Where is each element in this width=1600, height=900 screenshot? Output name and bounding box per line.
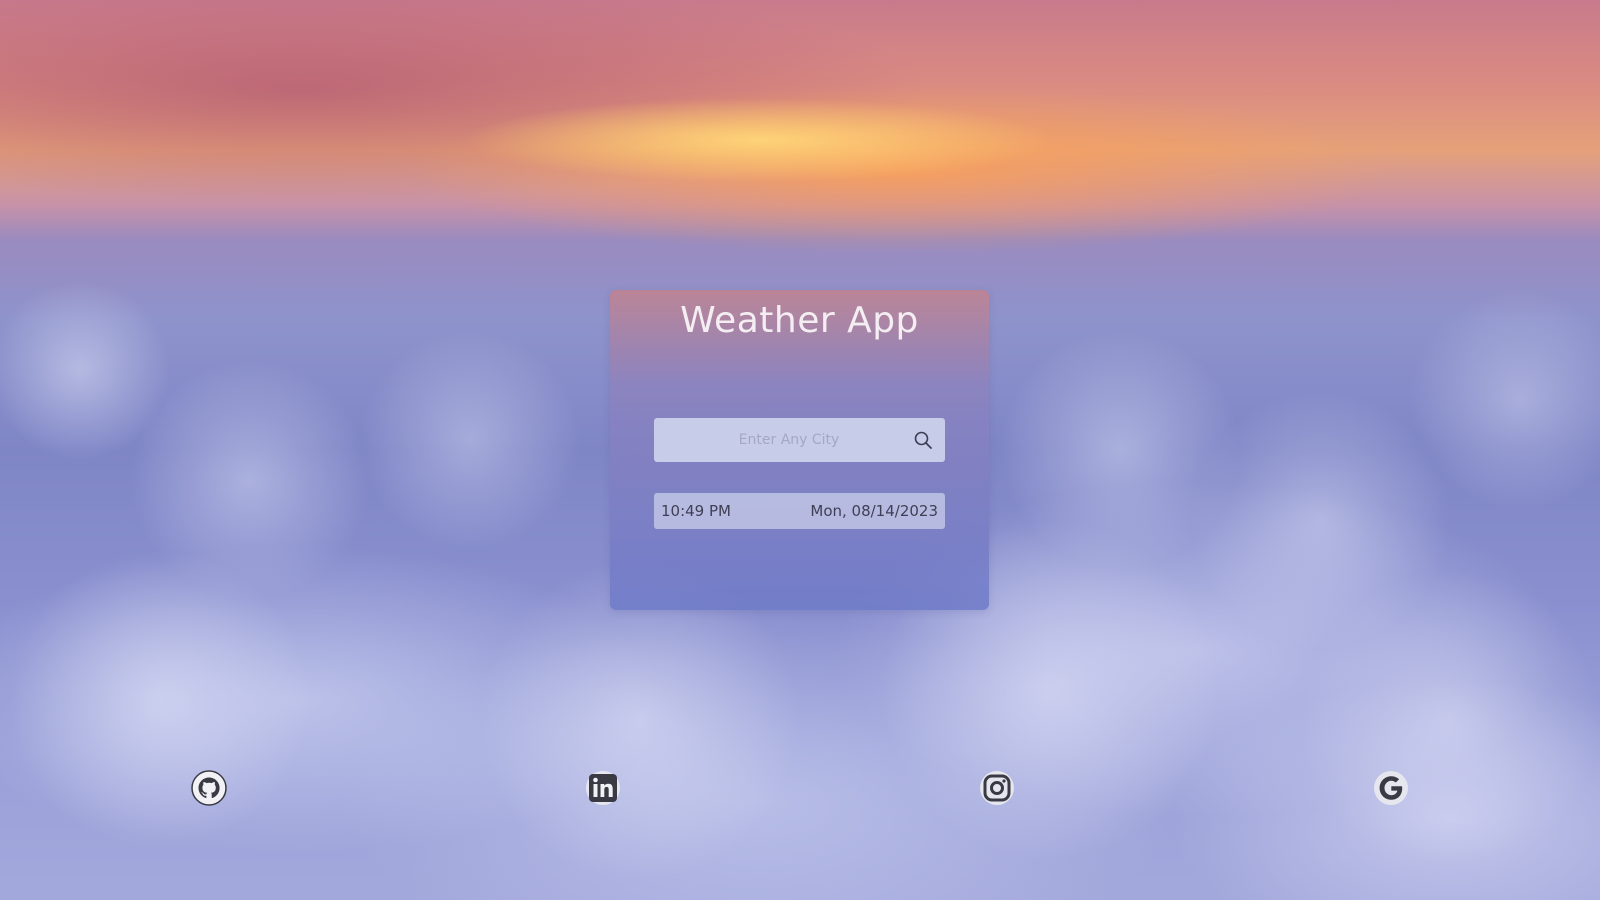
linkedin-icon (585, 770, 621, 810)
github-icon (191, 770, 227, 810)
app-title: Weather App (680, 300, 919, 341)
instagram-icon (979, 770, 1015, 810)
search-bar (654, 418, 945, 462)
github-link[interactable] (189, 770, 229, 810)
current-date: Mon, 08/14/2023 (810, 502, 938, 520)
instagram-link[interactable] (977, 770, 1017, 810)
weather-card: Weather App 10:49 PM Mon, 08/14/2023 (610, 290, 989, 610)
datetime-bar: 10:49 PM Mon, 08/14/2023 (654, 493, 945, 529)
google-link[interactable] (1371, 770, 1411, 810)
linkedin-link[interactable] (583, 770, 623, 810)
google-icon (1373, 770, 1409, 810)
current-time: 10:49 PM (661, 502, 731, 520)
search-icon[interactable] (913, 430, 933, 450)
city-search-input[interactable] (654, 418, 904, 462)
